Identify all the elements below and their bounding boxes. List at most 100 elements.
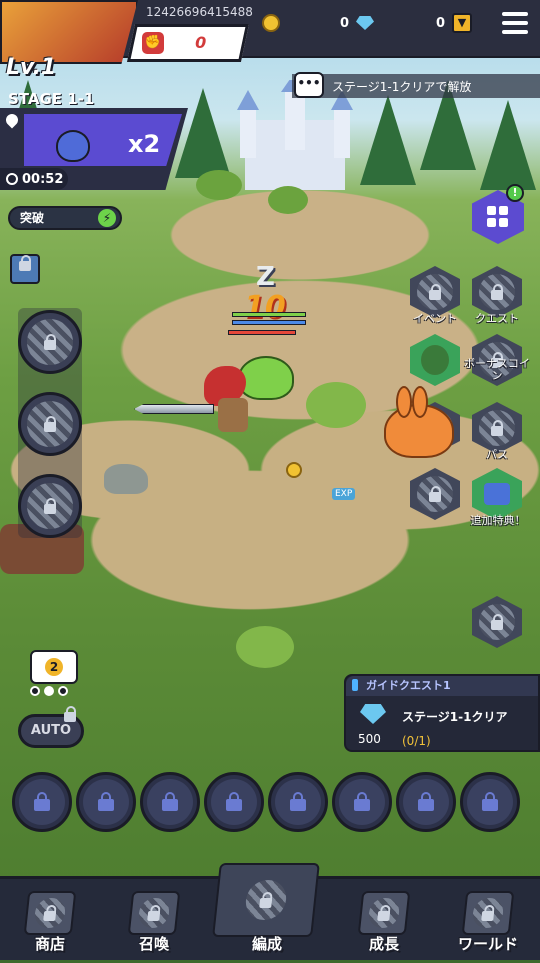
clock-icon — [6, 173, 18, 185]
stage-label: STAGE 1-1 — [8, 90, 95, 108]
locked-hero-slot[interactable] — [332, 772, 392, 832]
quest-label: クエスト — [475, 312, 519, 325]
stage-timer: 00:52 — [0, 168, 68, 190]
locked-skill-slot[interactable] — [18, 474, 82, 538]
nav-summon[interactable]: 召喚 — [112, 889, 196, 963]
formation-icon — [212, 863, 320, 937]
map-pin-icon — [3, 111, 21, 129]
locked-hero-slot[interactable] — [268, 772, 328, 832]
bush — [196, 170, 242, 200]
guide-quest-title: ガイドクエスト1 — [366, 679, 451, 692]
fist-icon: ✊ — [142, 32, 164, 54]
guide-quest-header: ガイドクエスト1 — [346, 676, 538, 696]
chain-lock-icon — [479, 410, 515, 446]
coin-value: 0 — [340, 15, 350, 31]
lock-icon — [482, 792, 498, 811]
locked-hero-slot[interactable] — [396, 772, 456, 832]
rock — [104, 464, 148, 494]
locked-skill-slot[interactable] — [18, 392, 82, 456]
chain-lock-icon — [27, 319, 73, 365]
coin-counter: 0 — [262, 12, 352, 34]
locked-feature-button[interactable] — [10, 254, 40, 284]
lightning-icon: ⚡ — [98, 209, 116, 227]
timer-value: 00:52 — [22, 171, 64, 187]
nav-world[interactable]: ワールド — [446, 889, 530, 963]
bush — [236, 626, 294, 668]
megaphone-icon — [484, 483, 510, 505]
tree — [480, 100, 536, 190]
top-bar: 12426696415488 ✊ 0 0 0 ▼ — [0, 0, 540, 64]
summon-icon — [127, 891, 181, 935]
nav-growth-label: 成長 — [368, 935, 399, 953]
chain-lock-icon — [417, 476, 453, 512]
chain-lock-icon — [417, 274, 453, 310]
hero-portrait-icon — [421, 345, 449, 375]
locked-hero-slot[interactable] — [460, 772, 520, 832]
lock-icon — [290, 792, 306, 811]
notification-badge: ! — [506, 184, 524, 202]
locked-hero-slot[interactable] — [12, 772, 72, 832]
coin-drop-icon — [286, 462, 302, 478]
tree — [360, 95, 416, 185]
unlock-text: ステージ1-1クリアで解放 — [332, 80, 472, 94]
auto-label: AUTO — [30, 723, 72, 738]
chain-lock-icon — [479, 604, 515, 640]
chevron-down-icon[interactable]: ▼ — [452, 13, 472, 33]
gem-icon — [360, 704, 386, 724]
combat-power-value: 0 — [194, 33, 207, 52]
locked-skill-slot[interactable] — [18, 310, 82, 374]
guide-quest-description: ステージ1-1クリア — [402, 710, 508, 724]
bush — [268, 186, 308, 214]
nav-world-label: ワールド — [457, 935, 518, 953]
guide-quest-panel[interactable]: ガイドクエスト1 500 ステージ1-1クリア (0/1) — [344, 674, 540, 752]
chain-lock-icon — [479, 274, 515, 310]
auto-button[interactable]: AUTO — [18, 706, 84, 748]
hero-hp-bar — [228, 330, 296, 335]
gem-counter: 0 — [356, 12, 448, 34]
nav-shop[interactable]: 商店 — [8, 889, 92, 963]
lock-icon — [162, 792, 178, 811]
sword-icon — [134, 404, 214, 414]
lock-icon — [354, 792, 370, 811]
chain-lock-icon — [27, 401, 73, 447]
combat-power: ✊ 0 — [126, 24, 250, 62]
pass-label: パス — [486, 448, 508, 461]
sleep-indicator: Z — [256, 262, 275, 292]
gem-icon — [356, 16, 374, 30]
player-id: 12426696415488 — [146, 5, 253, 19]
bunny-enemy — [384, 386, 454, 458]
unlock-banner: ••• ステージ1-1クリアで解放 — [292, 72, 540, 98]
lock-icon — [98, 792, 114, 811]
boss-box: x2 — [24, 114, 182, 166]
tree — [175, 88, 231, 178]
growth-icon — [357, 891, 411, 935]
guide-reward-amount: 500 — [358, 732, 381, 746]
chat-bubble-icon: ••• — [294, 72, 324, 98]
breakthrough-button[interactable]: 突破 ⚡ — [8, 206, 122, 230]
bush — [306, 382, 366, 428]
locked-hero-slot[interactable] — [140, 772, 200, 832]
coin-icon — [262, 14, 280, 32]
chain-lock-icon — [27, 483, 73, 529]
guide-quest-progress: (0/1) — [402, 734, 431, 748]
bonus-coin-label: ボーナスコイン — [464, 357, 530, 382]
gem-value: 0 — [436, 15, 446, 31]
nav-growth[interactable]: 成長 — [342, 889, 426, 963]
lock-icon — [34, 792, 50, 811]
camera-count: 2 — [45, 658, 63, 676]
hero-slot-bar — [12, 772, 528, 834]
camera-page-dots — [30, 686, 68, 696]
lock-icon — [19, 255, 31, 271]
nav-summon-label: 召喚 — [138, 935, 169, 953]
nav-formation[interactable]: 編成 — [212, 863, 322, 963]
camera-button[interactable]: 2 — [30, 650, 78, 684]
world-icon — [461, 891, 515, 935]
menu-icon[interactable] — [502, 12, 528, 34]
locked-hero-slot[interactable] — [76, 772, 136, 832]
lock-icon — [61, 705, 79, 723]
event-label: イベント — [413, 312, 457, 325]
player-level: Lv.1 — [6, 55, 57, 80]
locked-hero-slot[interactable] — [204, 772, 264, 832]
exp-drop-icon: EXP — [332, 488, 356, 500]
lock-icon — [226, 792, 242, 811]
